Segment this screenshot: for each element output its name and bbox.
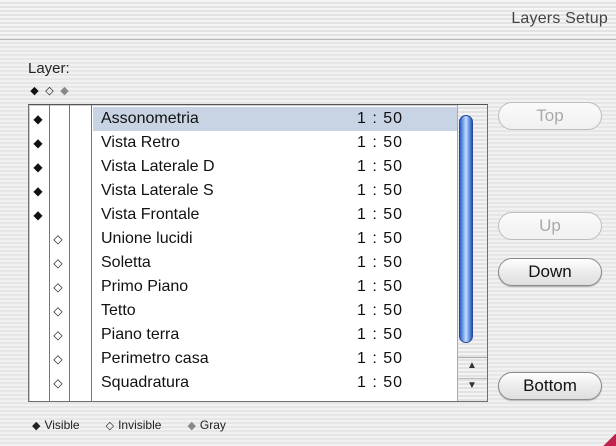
invisible-toggle-icon[interactable]: ◇ — [51, 227, 65, 251]
visible-toggle-icon[interactable]: ◆ — [31, 203, 45, 227]
layer-name: Vista Frontale — [101, 206, 200, 223]
legend: ◆ Visible ◇ Invisible ◆ Gray — [32, 418, 226, 432]
layer-scale: 1 : 50 — [357, 326, 404, 343]
layer-scale: 1 : 50 — [357, 278, 404, 295]
layer-scale: 1 : 50 — [357, 254, 404, 271]
legend-invisible-label: Invisible — [118, 418, 162, 432]
legend-invisible: ◇ Invisible — [106, 418, 162, 432]
window-title: Layers Setup — [511, 10, 608, 27]
layer-row[interactable]: ◆ Vista Frontale 1 : 50 — [29, 203, 457, 227]
bottom-button[interactable]: Bottom — [498, 372, 602, 400]
layer-scale: 1 : 50 — [357, 302, 404, 319]
layer-row[interactable]: ◇ Perimetro casa 1 : 50 — [29, 347, 457, 371]
scroll-arrows: ▲ ▼ — [458, 357, 487, 401]
layer-name: Perimetro casa — [101, 350, 209, 367]
layer-row[interactable]: ◆ Vista Laterale S 1 : 50 — [29, 179, 457, 203]
layer-name: Unione lucidi — [101, 230, 193, 247]
invisible-toggle-icon[interactable]: ◇ — [51, 347, 65, 371]
gray-diamond-icon: ◆ — [187, 419, 196, 432]
layers-list[interactable]: ◆ Assonometria 1 : 50 ◆ Vista Retro 1 : 50 ◆ Vi… — [28, 104, 488, 402]
legend-gray-label: Gray — [199, 418, 226, 432]
legend-visible-label: Visible — [44, 418, 80, 432]
invisible-toggle-icon[interactable]: ◇ — [51, 371, 65, 395]
layer-name: Vista Laterale S — [101, 182, 214, 199]
layer-name: Vista Laterale D — [101, 158, 215, 175]
layer-row[interactable]: ◆ Assonometria 1 : 50 — [29, 107, 457, 131]
layer-name: Piano terra — [101, 326, 180, 343]
invisible-toggle-icon[interactable]: ◇ — [51, 323, 65, 347]
layer-scale: 1 : 50 — [357, 158, 404, 175]
layer-scale: 1 : 50 — [357, 182, 404, 199]
legend-visible: ◆ Visible — [32, 418, 80, 432]
layer-name: Vista Retro — [101, 134, 180, 151]
invisible-toggle-icon[interactable]: ◇ — [51, 299, 65, 323]
title-bar[interactable]: Layers Setup — [0, 0, 616, 40]
visible-column-header-icon: ◆ — [30, 85, 39, 97]
layer-row[interactable]: ◇ Tetto 1 : 50 — [29, 299, 457, 323]
visible-toggle-icon[interactable]: ◆ — [31, 107, 45, 131]
top-button[interactable]: Top — [498, 102, 602, 130]
layer-row[interactable]: ◇ Unione lucidi 1 : 50 — [29, 227, 457, 251]
down-button[interactable]: Down — [498, 258, 602, 286]
invisible-toggle-icon[interactable]: ◇ — [51, 275, 65, 299]
layer-row[interactable]: ◇ Piano terra 1 : 50 — [29, 323, 457, 347]
invisible-diamond-icon: ◇ — [105, 419, 115, 432]
layer-name: Squadratura — [101, 374, 190, 391]
arrow-up-icon[interactable]: ▲ — [467, 360, 477, 371]
scroll-thumb[interactable] — [459, 115, 473, 343]
layer-row[interactable]: ◆ Vista Retro 1 : 50 — [29, 131, 457, 155]
gray-column-header-icon: ◆ — [60, 85, 69, 97]
layer-scale: 1 : 50 — [357, 374, 404, 391]
visible-toggle-icon[interactable]: ◆ — [31, 179, 45, 203]
legend-gray: ◆ Gray — [187, 418, 225, 432]
arrow-down-icon[interactable]: ▼ — [467, 380, 477, 391]
column-header-symbols: ◆ ◇ ◆ — [30, 84, 69, 97]
layer-row[interactable]: ◇ Primo Piano 1 : 50 — [29, 275, 457, 299]
layer-name: Tetto — [101, 302, 136, 319]
visible-toggle-icon[interactable]: ◆ — [31, 155, 45, 179]
up-button[interactable]: Up — [498, 212, 602, 240]
corner-decoration — [600, 434, 616, 446]
layer-name: Primo Piano — [101, 278, 189, 295]
layer-row[interactable]: ◆ Vista Laterale D 1 : 50 — [29, 155, 457, 179]
layer-name: Soletta — [101, 254, 151, 271]
invisible-toggle-icon[interactable]: ◇ — [51, 251, 65, 275]
layer-scale: 1 : 50 — [357, 110, 404, 127]
layer-scale: 1 : 50 — [357, 230, 404, 247]
visible-diamond-icon: ◆ — [32, 419, 41, 432]
layer-row[interactable]: ◇ Soletta 1 : 50 — [29, 251, 457, 275]
layer-scale: 1 : 50 — [357, 206, 404, 223]
layer-scale: 1 : 50 — [357, 350, 404, 367]
layer-name: Assonometria — [101, 110, 199, 127]
layer-row[interactable]: ◇ Squadratura 1 : 50 — [29, 371, 457, 395]
arrow-divider — [458, 378, 487, 379]
visible-toggle-icon[interactable]: ◆ — [31, 131, 45, 155]
layer-scale: 1 : 50 — [357, 134, 404, 151]
invisible-column-header-icon: ◇ — [45, 85, 54, 97]
layer-label: Layer: — [28, 60, 70, 77]
vertical-scrollbar[interactable]: ▲ ▼ — [457, 105, 487, 401]
